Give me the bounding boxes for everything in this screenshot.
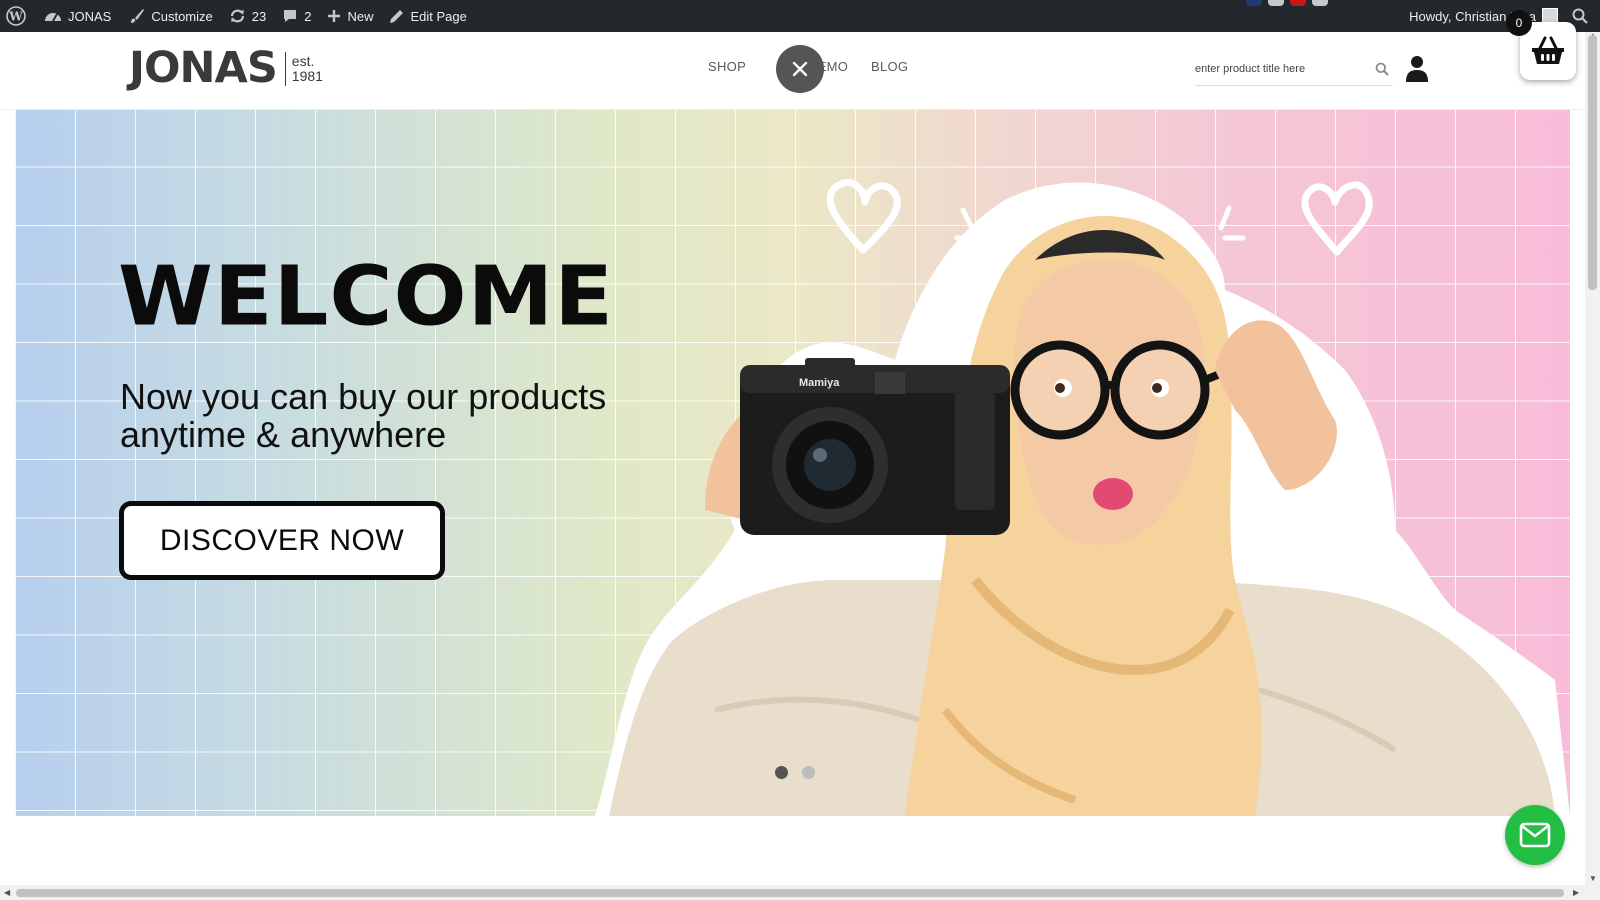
heart-doodle-right <box>1301 181 1373 256</box>
mini-cart-button[interactable]: 0 <box>1506 10 1576 80</box>
vertical-scroll-thumb[interactable] <box>1588 35 1597 290</box>
pencil-icon <box>390 9 404 23</box>
envelope-icon <box>1519 822 1551 848</box>
site-logo[interactable]: JONAS est. 1981 <box>129 47 323 90</box>
product-search <box>1195 54 1393 86</box>
logo-wordmark: JONAS <box>129 43 278 93</box>
brush-icon <box>131 9 145 23</box>
nav-blog[interactable]: BLOG <box>871 59 908 74</box>
plus-icon <box>328 10 341 22</box>
hero-slider: Mamiya WELCOME Now you can buy our produ… <box>15 110 1570 816</box>
close-icon <box>792 61 808 77</box>
lips <box>1093 478 1133 510</box>
edit-page-label: Edit Page <box>410 8 467 24</box>
admin-bar-plugin-indicators <box>1246 0 1328 6</box>
hero-headline: WELCOME <box>118 249 614 345</box>
product-search-input[interactable] <box>1195 58 1365 80</box>
logo-divider <box>284 51 286 86</box>
search-icon <box>1572 8 1588 24</box>
admin-bar-updates[interactable]: 23 <box>221 0 274 32</box>
nav-shop[interactable]: SHOP <box>708 59 746 74</box>
new-label: New <box>347 8 374 24</box>
scroll-left-arrow-icon[interactable]: ◀ <box>4 888 10 897</box>
customize-label: Customize <box>151 8 213 24</box>
search-icon[interactable] <box>1375 62 1389 81</box>
logo-est: est. <box>291 52 315 69</box>
hero-subline-1: Now you can buy our products <box>120 376 607 417</box>
slider-pagination <box>775 766 815 779</box>
camera-brand-label: Mamiya <box>799 377 840 389</box>
contact-mail-button[interactable] <box>1505 805 1565 865</box>
logo-year: 1981 <box>291 67 323 84</box>
close-button[interactable] <box>776 45 824 93</box>
shopping-basket-icon <box>1532 36 1564 64</box>
user-account-icon[interactable] <box>1405 55 1429 88</box>
hero-photo-illustration: Mamiya <box>595 179 1570 816</box>
admin-bar: W JONAS Customize 23 2 New Edit Page How… <box>0 0 1600 32</box>
admin-bar-comments[interactable]: 2 <box>274 0 319 32</box>
svg-text:W: W <box>8 10 23 24</box>
horizontal-scrollbar[interactable]: ◀ ▶ <box>0 885 1585 900</box>
comments-count: 2 <box>304 8 312 24</box>
horizontal-scroll-thumb[interactable] <box>16 889 1564 897</box>
comment-icon <box>284 10 297 22</box>
slider-dot-2[interactable] <box>802 766 815 779</box>
admin-bar-new[interactable]: New <box>319 0 381 32</box>
admin-bar-customize[interactable]: Customize <box>121 0 220 32</box>
camera: Mamiya <box>740 358 1010 535</box>
vertical-scrollbar[interactable]: ▲ ▼ <box>1585 31 1600 900</box>
dashboard-icon <box>45 13 61 22</box>
discover-now-button[interactable]: DISCOVER NOW <box>119 501 445 580</box>
logo-tagline: est. 1981 <box>291 52 323 84</box>
admin-bar-edit-page[interactable]: Edit Page <box>381 0 474 32</box>
hero-subline-2: anytime & anywhere <box>120 414 447 455</box>
site-name-label: JONAS <box>68 8 112 24</box>
updates-icon <box>230 9 244 23</box>
wordpress-logo-icon[interactable]: W <box>0 0 36 32</box>
admin-bar-site-link[interactable]: JONAS <box>36 0 119 32</box>
sparkle-doodle-right <box>1218 205 1246 241</box>
hero-subheadline: Now you can buy our products anytime & a… <box>120 378 606 454</box>
slider-dot-1[interactable] <box>775 766 788 779</box>
heart-doodle-left <box>826 179 901 254</box>
scroll-down-arrow-icon[interactable]: ▼ <box>1589 874 1597 883</box>
cart-count-badge: 0 <box>1506 10 1532 36</box>
updates-count: 23 <box>251 8 267 24</box>
scroll-right-arrow-icon[interactable]: ▶ <box>1573 888 1579 897</box>
